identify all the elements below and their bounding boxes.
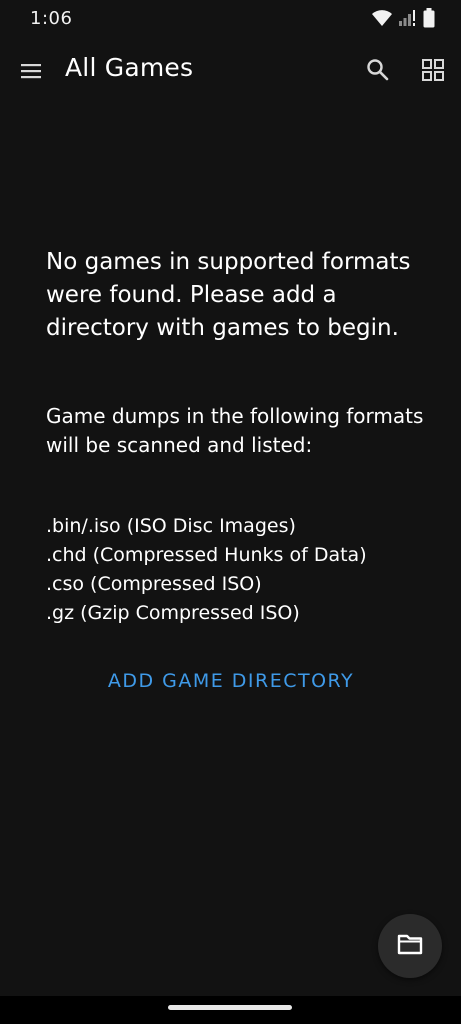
wifi-icon [371,9,393,31]
battery-icon [423,8,435,32]
add-game-directory-button[interactable]: ADD GAME DIRECTORY [90,663,372,699]
empty-state-title: No games in supported formats were found… [46,249,411,341]
folder-icon [397,933,423,959]
status-bar: 1:06 [0,0,461,38]
status-icons [371,8,435,32]
gesture-handle[interactable] [168,1005,292,1010]
format-item: .gz (Gzip Compressed ISO) [46,602,300,624]
app-screen: 1:06 All Games No games in supported for… [0,0,461,1024]
add-folder-fab[interactable] [378,914,442,978]
search-icon[interactable] [364,56,392,84]
grid-view-icon[interactable] [420,57,448,85]
empty-state-description: Game dumps in the following formats will… [46,404,424,457]
format-item: .chd (Compressed Hunks of Data) [46,544,367,566]
navigation-bar [0,996,461,1024]
status-time: 1:06 [30,8,73,29]
format-item: .cso (Compressed ISO) [46,573,262,595]
cell-signal-icon [399,9,417,31]
format-item: .bin/.iso (ISO Disc Images) [46,515,296,537]
supported-formats-list: .bin/.iso (ISO Disc Images) .chd (Compre… [46,512,446,628]
app-bar: All Games [0,38,461,104]
page-title: All Games [65,53,194,82]
hamburger-menu-icon[interactable] [18,58,46,84]
